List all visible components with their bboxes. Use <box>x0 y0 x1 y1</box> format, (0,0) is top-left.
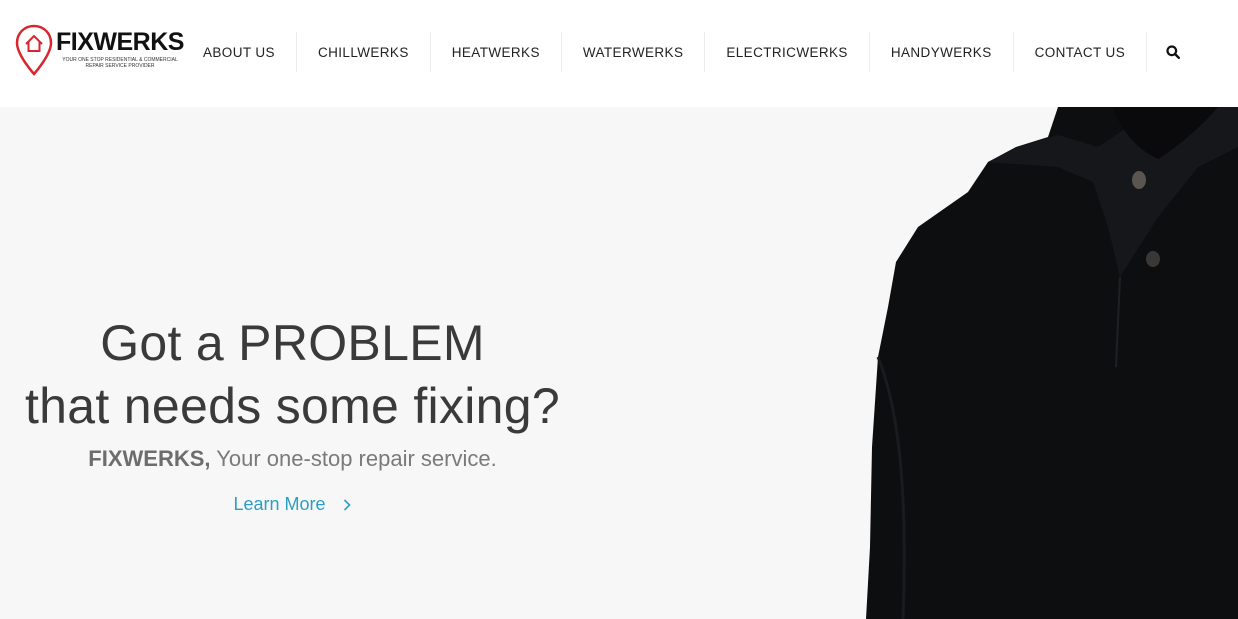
learn-more-link[interactable]: Learn More <box>233 494 351 515</box>
learn-more-label: Learn More <box>233 494 326 514</box>
nav-item-handywerks[interactable]: HANDYWERKS <box>870 32 1014 72</box>
hero-copy: Got a PROBLEM that needs some fixing? FI… <box>20 312 565 515</box>
hero-person-black-polo-image <box>866 107 1238 619</box>
hero-headline-line-1: Got a PROBLEM <box>100 315 485 371</box>
hero-subline: FIXWERKS, Your one-stop repair service. <box>20 444 565 474</box>
logo-link[interactable]: FIXWERKS YOUR ONE STOP RESIDENTIAL & COM… <box>14 24 186 78</box>
hero-subline-text: Your one-stop repair service. <box>210 446 497 471</box>
logo-wordmark: FIXWERKS <box>56 28 184 56</box>
hero-headline-line-2: that needs some fixing? <box>24 378 560 434</box>
nav-item-heatwerks[interactable]: HEATWERKS <box>431 32 562 72</box>
nav-item-chillwerks[interactable]: CHILLWERKS <box>297 32 431 72</box>
hero-section: Got a PROBLEM that needs some fixing? FI… <box>0 107 1238 619</box>
hero-headline: Got a PROBLEM that needs some fixing? <box>20 312 565 438</box>
main-nav: ABOUT US CHILLWERKS HEATWERKS WATERWERKS… <box>182 32 1199 72</box>
nav-item-waterwerks[interactable]: WATERWERKS <box>562 32 706 72</box>
logo-tagline: YOUR ONE STOP RESIDENTIAL & COMMERCIAL R… <box>62 57 178 69</box>
search-button[interactable] <box>1147 32 1199 72</box>
site-header: FIXWERKS YOUR ONE STOP RESIDENTIAL & COM… <box>0 0 1238 107</box>
search-icon <box>1166 45 1181 59</box>
nav-item-electricwerks[interactable]: ELECTRICWERKS <box>705 32 870 72</box>
nav-item-about-us[interactable]: ABOUT US <box>182 32 297 72</box>
nav-item-contact-us[interactable]: CONTACT US <box>1014 32 1148 72</box>
chevron-right-icon <box>343 498 351 511</box>
location-pin-house-icon <box>15 24 53 76</box>
hero-brand-name: FIXWERKS, <box>88 446 211 471</box>
